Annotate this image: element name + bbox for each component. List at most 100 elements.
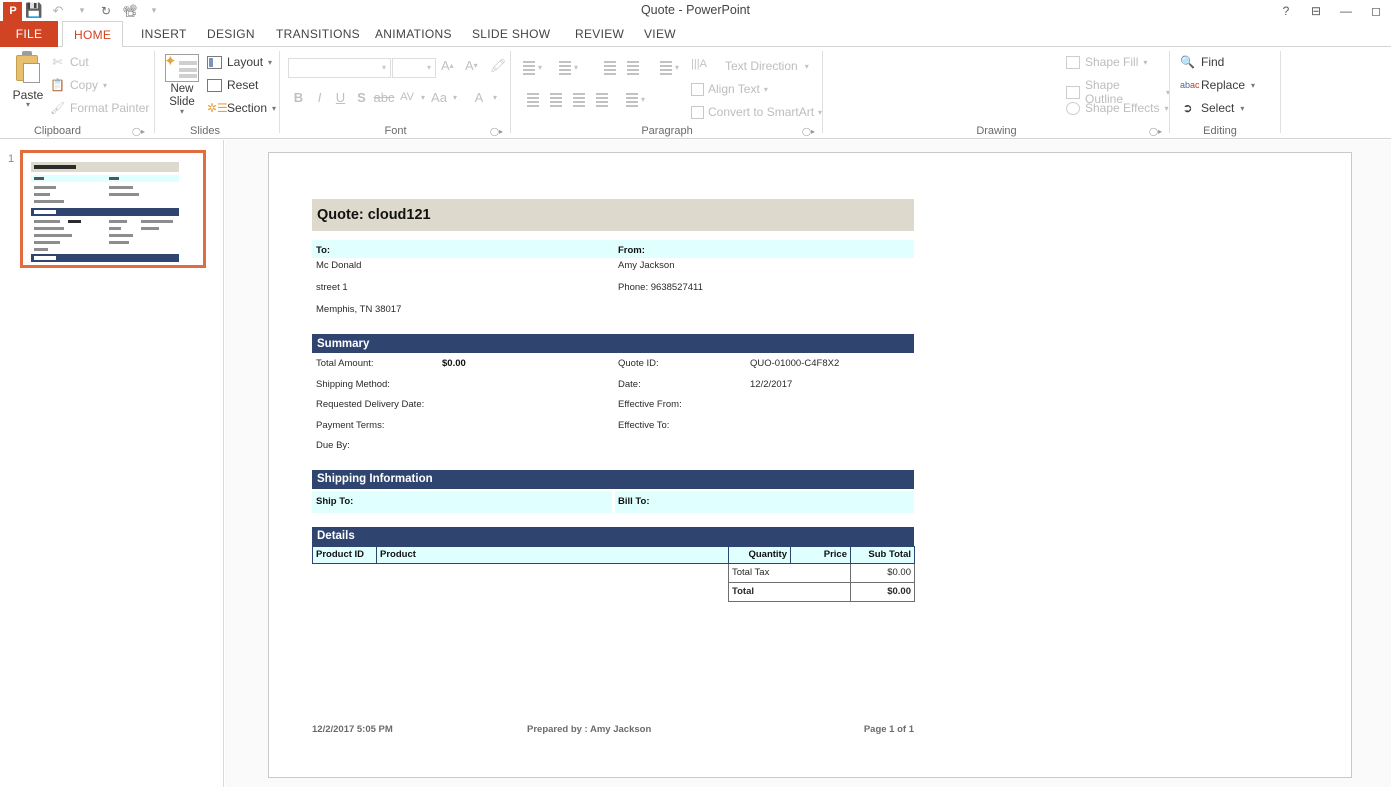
find-button[interactable]: 🔍 Find [1180,55,1224,69]
convert-to-smartart-label: Convert to SmartArt [708,105,815,119]
font-group-label: Font [384,125,407,137]
strikethrough-button[interactable]: abc [372,87,396,107]
slide-canvas[interactable]: Quote: cloud121 To: From: Mc Donald Amy … [268,152,1352,778]
column-product: Product [376,545,729,564]
summary-left-key: Due By: [316,440,350,451]
paste-button[interactable]: Paste ▾ [6,51,50,109]
align-center-button[interactable] [547,91,565,107]
ship-to-label: Ship To: [316,495,354,507]
clear-formatting-icon[interactable]: 🖍 [490,58,507,74]
to-label: To: [316,245,331,256]
chevron-down-icon[interactable]: ▾ [1240,104,1244,113]
paste-icon [13,51,43,87]
party-row: Memphis, TN 38017 [312,304,914,326]
details-section: Details Product ID Product Quantity Pric… [312,526,915,602]
change-case-button[interactable]: Aa [428,87,450,107]
drawing-dialog-launcher[interactable]: ◯▸ [1149,127,1162,136]
line-spacing-button[interactable]: ▾ [657,59,679,75]
new-slide-button[interactable]: ✦ New Slide ▾ [160,51,204,116]
ribbon-display-options-icon[interactable]: ⊟ [1301,4,1331,18]
slide-thumbnail-pane[interactable]: 1 [0,140,224,787]
shape-effects-label: Shape Effects [1085,101,1160,115]
slide-thumbnail-1[interactable] [20,150,206,268]
chevron-down-icon[interactable]: ▾ [272,104,276,113]
text-direction-button[interactable]: |||A Text Direction ▾ [691,58,809,74]
clipboard-dialog-launcher[interactable]: ◯▸ [132,127,145,136]
document-title: Quote: cloud121 [317,207,431,223]
bullets-button[interactable]: ▾ [520,59,542,75]
shape-fill-button[interactable]: Shape Fill ▾ [1066,55,1147,69]
font-dialog-launcher[interactable]: ◯▸ [490,127,503,136]
columns-button[interactable]: ▾ [623,91,645,107]
underline-button[interactable]: U [330,87,351,107]
chevron-down-icon[interactable]: ▾ [418,87,428,107]
layout-icon [207,55,222,69]
slide-edit-area[interactable]: Quote: cloud121 To: From: Mc Donald Amy … [225,140,1391,787]
tab-file[interactable]: FILE [0,21,58,47]
tab-view[interactable]: VIEW [633,21,687,47]
cut-button[interactable]: ✄ Cut [50,55,88,69]
summary-left-key: Payment Terms: [316,419,385,431]
chevron-down-icon[interactable]: ▾ [450,87,460,107]
chevron-down-icon[interactable]: ▾ [427,63,431,72]
tab-slide-show[interactable]: SLIDE SHOW [461,21,561,47]
layout-button[interactable]: Layout ▾ [207,55,272,69]
align-left-button[interactable] [524,91,542,107]
format-painter-button[interactable]: 🖌 Format Painter [50,101,149,115]
decrease-font-size-button[interactable]: A ▾ [465,58,478,73]
tab-transitions[interactable]: TRANSITIONS [265,21,371,47]
increase-indent-button[interactable] [624,59,642,75]
total-amount: $0.00 [850,581,915,602]
summary-right-key: Effective From: [618,399,682,410]
tab-animations[interactable]: ANIMATIONS [364,21,463,47]
italic-button[interactable]: I [309,87,330,107]
bold-button[interactable]: B [288,87,309,107]
numbering-button[interactable]: ▾ [556,59,578,75]
align-right-button[interactable] [570,91,588,107]
details-table: Product ID Product Quantity Price Sub To… [312,545,915,602]
replace-button[interactable]: abac Replace ▾ [1180,78,1255,92]
totals-row: Total $0.00 [313,581,915,602]
font-size-input[interactable]: ▾ [392,58,436,78]
paragraph-dialog-launcher[interactable]: ◯▸ [802,127,815,136]
tab-design[interactable]: DESIGN [196,21,266,47]
justify-button[interactable] [593,91,611,107]
reset-button[interactable]: Reset [207,78,258,92]
copy-button[interactable]: 📋 Copy ▾ [50,78,107,92]
decrease-indent-button[interactable] [601,59,619,75]
select-button[interactable]: ➲ Select ▾ [1180,101,1244,115]
restore-icon[interactable]: ◻ [1361,4,1391,18]
increase-font-size-button[interactable]: A ▴ [441,58,454,73]
total-label: Total [728,581,851,602]
text-direction-label: Text Direction [725,59,798,73]
chevron-down-icon[interactable]: ▾ [490,87,500,107]
replace-label: Replace [1201,78,1246,92]
minimize-icon[interactable]: — [1331,4,1361,18]
clipboard-group-label: Clipboard [33,125,82,137]
chevron-down-icon[interactable]: ▾ [1251,81,1255,90]
slide-number-label: 1 [8,153,15,165]
align-right-icon [570,91,588,107]
tab-review[interactable]: REVIEW [564,21,635,47]
text-shadow-button[interactable]: S [351,87,372,107]
effects-icon [1066,101,1080,115]
tab-insert[interactable]: INSERT [130,21,198,47]
shape-effects-button[interactable]: Shape Effects ▾ [1066,101,1169,115]
ribbon-group-font: ▾ ▾ A ▴ A ▾ 🖍 B I U S abc AV ▾ Aa ▾ A ▾ Fo… [280,47,511,139]
parties-header-band: To: From: [312,240,914,258]
font-name-input[interactable]: ▾ [288,58,391,78]
chevron-down-icon[interactable]: ▾ [382,63,386,72]
drawing-group-label: Drawing [976,125,1017,137]
chevron-down-icon[interactable]: ▾ [160,107,204,116]
font-color-button[interactable]: A [468,87,490,107]
chevron-down-icon[interactable]: ▾ [103,81,107,90]
help-icon[interactable]: ? [1271,4,1301,18]
column-product-id: Product ID [312,545,377,564]
character-spacing-button[interactable]: AV [396,87,418,107]
section-icon: ✲☰ [207,100,228,115]
align-text-button[interactable]: Align Text ▾ [691,82,768,96]
convert-to-smartart-button[interactable]: Convert to SmartArt ▾ [691,105,822,119]
chevron-down-icon[interactable]: ▾ [268,58,272,67]
tab-home[interactable]: HOME [62,21,124,48]
section-button[interactable]: ✲☰ Section ▾ [207,101,276,115]
